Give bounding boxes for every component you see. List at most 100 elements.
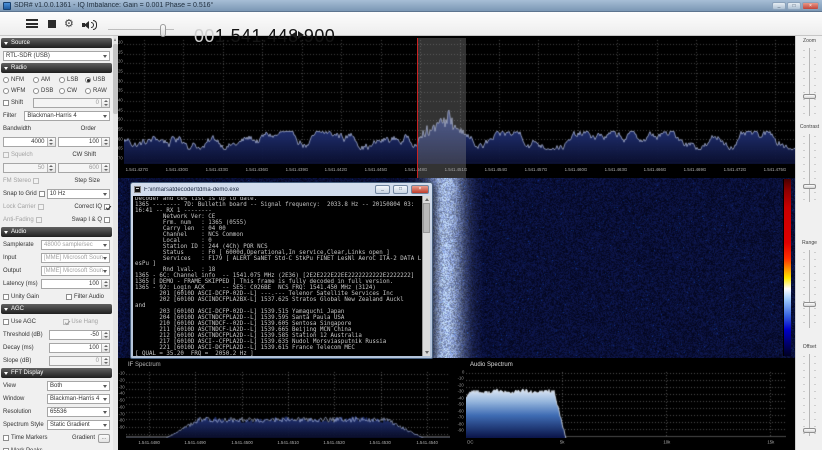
close-button[interactable]: ×	[802, 2, 819, 10]
mode-raw[interactable]: RAW	[85, 87, 110, 95]
radio-panel-header[interactable]: Radio	[1, 63, 112, 73]
mode-lsb[interactable]: LSB	[59, 76, 85, 84]
filter-select[interactable]: Blackman-Harris 4	[24, 111, 110, 121]
cw-shift-field[interactable]: 600	[58, 163, 111, 173]
use-agc-checkbox[interactable]	[3, 319, 9, 325]
range-slider-thumb[interactable]	[803, 302, 816, 307]
fm-stereo-checkbox[interactable]	[33, 178, 39, 184]
correct-iq-checkbox[interactable]	[104, 204, 110, 210]
use-hang-checkbox[interactable]	[63, 319, 69, 325]
latency-value: 100	[89, 281, 99, 287]
app-icon	[3, 2, 11, 10]
swap-iq-checkbox[interactable]	[104, 217, 110, 223]
fft-display-panel-header[interactable]: FFT Display	[1, 368, 112, 378]
shift-field[interactable]: 0	[33, 98, 110, 108]
console-maximize-button[interactable]: □	[393, 185, 408, 194]
zoom-slider-thumb[interactable]	[803, 94, 816, 99]
stop-button[interactable]	[48, 20, 56, 28]
samplerate-select[interactable]: 48000 sample/sec	[41, 240, 110, 250]
threshold-field[interactable]: -50	[49, 330, 110, 340]
spinner-icon[interactable]	[101, 331, 109, 339]
tuned-frequency-line[interactable]	[417, 38, 418, 178]
view-select[interactable]: Both	[47, 381, 110, 391]
minimize-button[interactable]: _	[772, 2, 786, 10]
audio-input-select[interactable]: [MME] Microsoft Soun	[41, 253, 110, 263]
mode-am[interactable]: AM	[33, 76, 59, 84]
spectrum-style-select[interactable]: Static Gradient	[47, 420, 110, 430]
console-titlebar[interactable]: F:\inmarsatdecoder\tdma-demo.exe _ □ ×	[131, 183, 432, 196]
fft-window-select[interactable]: Blackman-Harris 4	[47, 394, 110, 404]
lock-carrier-checkbox[interactable]	[38, 204, 44, 210]
spinner-icon[interactable]	[47, 164, 55, 172]
latency-field[interactable]: 100	[41, 279, 110, 289]
order-field[interactable]: 100	[58, 137, 111, 147]
mode-wfm[interactable]: WFM	[3, 87, 33, 95]
speaker-icon[interactable]	[82, 19, 97, 30]
volume-slider-thumb[interactable]	[160, 24, 166, 37]
mode-usb[interactable]: USB	[85, 76, 110, 84]
audio-output-select[interactable]: [MME] Microsoft Soun	[41, 266, 110, 276]
spinner-icon[interactable]	[47, 138, 55, 146]
zoom-slider[interactable]	[803, 48, 816, 116]
slope-label: Slope (dB)	[3, 358, 47, 364]
console-minimize-button[interactable]: _	[375, 185, 390, 194]
mode-nfm[interactable]: NFM	[3, 76, 33, 84]
scroll-up-icon[interactable]	[425, 198, 429, 201]
range-slider[interactable]	[803, 250, 816, 328]
zoom-label: Zoom	[798, 38, 821, 43]
scrollbar-thumb[interactable]	[423, 203, 430, 233]
waterfall-color-scale	[783, 179, 791, 356]
audio-panel-header[interactable]: Audio	[1, 227, 112, 237]
console-window[interactable]: F:\inmarsatdecoder\tdma-demo.exe _ □ × D…	[130, 182, 433, 359]
scroll-up-icon[interactable]	[114, 38, 116, 41]
view-value: Both	[50, 383, 62, 389]
console-scrollbar[interactable]	[422, 196, 430, 356]
squelch-checkbox[interactable]	[3, 152, 9, 158]
source-device-select[interactable]: RTL-SDR (USB)	[3, 51, 110, 61]
spinner-icon[interactable]	[101, 357, 109, 365]
resolution-select[interactable]: 65536	[47, 407, 110, 417]
sidebar-scrollbar[interactable]	[113, 36, 118, 450]
bandwidth-field[interactable]: 4000	[3, 137, 56, 147]
contrast-slider[interactable]	[803, 134, 816, 202]
anti-fading-checkbox[interactable]	[36, 217, 42, 223]
filter-audio-checkbox[interactable]	[66, 294, 72, 300]
slope-field[interactable]: 0	[49, 356, 110, 366]
step-size-select[interactable]: 10 Hz	[47, 189, 110, 199]
offset-slider[interactable]	[803, 354, 816, 436]
tuning-selection-band[interactable]	[417, 38, 466, 178]
unity-gain-checkbox[interactable]	[3, 294, 9, 300]
spinner-icon[interactable]	[101, 280, 109, 288]
volume-slider[interactable]	[108, 29, 174, 30]
mode-cw[interactable]: CW	[59, 87, 85, 95]
maximize-button[interactable]: □	[787, 2, 801, 10]
audio-spectrum-plot[interactable]	[466, 370, 786, 438]
use-agc-label: Use AGC	[11, 319, 36, 325]
frequency-step-down-icon[interactable]	[291, 31, 297, 39]
spinner-icon[interactable]	[101, 99, 109, 107]
if-spectrum-plot[interactable]	[126, 370, 450, 438]
spinner-icon[interactable]	[101, 344, 109, 352]
snap-to-grid-checkbox[interactable]	[39, 191, 45, 197]
source-panel-header[interactable]: Source	[1, 38, 112, 48]
settings-gear-icon[interactable]: ⚙	[64, 17, 74, 31]
console-close-button[interactable]: ×	[411, 185, 429, 194]
scroll-down-icon[interactable]	[425, 351, 429, 354]
frequency-display[interactable]: 001.541.448.900	[194, 24, 335, 48]
console-text: Decoder and ces list is up to date.1365 …	[135, 197, 421, 356]
gradient-button[interactable]: ...	[98, 434, 110, 443]
order-value: 100	[89, 139, 99, 145]
decay-field[interactable]: 100	[49, 343, 110, 353]
shift-checkbox[interactable]	[3, 100, 9, 106]
squelch-field[interactable]: 50	[3, 163, 56, 173]
mode-dsb[interactable]: DSB	[33, 87, 59, 95]
menu-icon[interactable]	[26, 19, 38, 29]
frequency-step-up-icon[interactable]	[298, 31, 304, 39]
time-markers-checkbox[interactable]	[3, 435, 9, 441]
agc-panel-header[interactable]: AGC	[1, 304, 112, 314]
scrollbar-thumb[interactable]	[113, 44, 118, 114]
spinner-icon[interactable]	[101, 138, 109, 146]
spinner-icon[interactable]	[101, 164, 109, 172]
offset-slider-thumb[interactable]	[803, 428, 816, 433]
contrast-slider-thumb[interactable]	[803, 184, 816, 189]
